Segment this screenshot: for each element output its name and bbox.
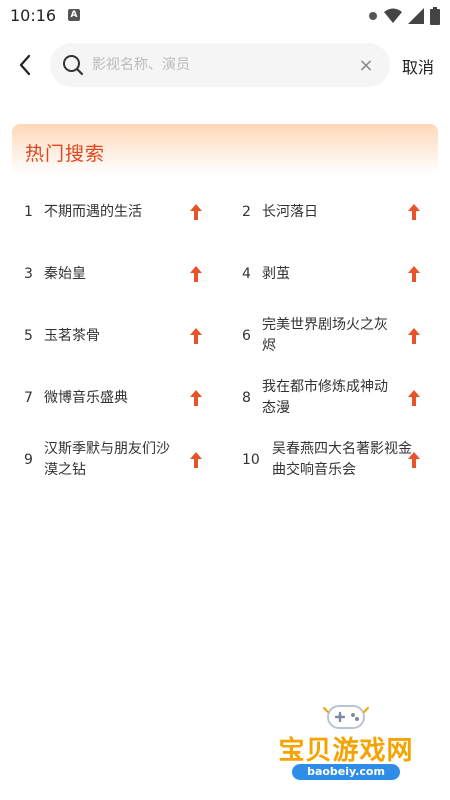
hot-search-name: 微博音乐盛典 [44, 389, 128, 406]
hot-search-rank: 4 [242, 266, 251, 282]
hot-search-name: 我在都市修炼成神动态漫 [262, 379, 388, 416]
hot-search-item[interactable]: 10 吴春燕四大名著影视金曲交响音乐会 [230, 430, 443, 490]
hot-search-section: 热门搜索 1 不期而遇的生活 2 长河落日 3 秦始皇 4 剥茧 5 玉茗茶骨 [12, 124, 438, 484]
hot-search-item[interactable]: 5 玉茗茶骨 [12, 306, 225, 366]
hot-search-rank: 7 [24, 390, 33, 406]
hot-search-name: 长河落日 [262, 203, 318, 220]
trending-up-icon [190, 452, 202, 468]
hot-search-title: 热门搜索 [25, 143, 106, 165]
trending-up-icon [408, 328, 420, 344]
hot-search-name: 不期而遇的生活 [44, 203, 142, 220]
back-button[interactable] [12, 52, 38, 78]
hot-search-name: 汉斯季默与朋友们沙漠之钻 [44, 441, 170, 478]
hot-search-item[interactable]: 1 不期而遇的生活 [12, 182, 225, 242]
search-icon [63, 55, 84, 76]
settings-dot-icon [369, 12, 377, 20]
hot-search-rank: 10 [242, 452, 260, 468]
status-bar: 10:16 A [0, 0, 450, 32]
hot-search-rank: 9 [24, 452, 33, 468]
hot-search-item[interactable]: 6 完美世界剧场火之灰烬 [230, 306, 443, 366]
hot-search-name: 秦始皇 [44, 265, 86, 282]
search-bar: × 取消 [0, 42, 450, 88]
gamepad-icon [323, 705, 369, 729]
trending-up-icon [408, 266, 420, 282]
watermark-url: baobeiy.com [292, 764, 400, 780]
trending-up-icon [408, 204, 420, 220]
clear-icon[interactable]: × [356, 55, 376, 76]
watermark-text: 宝贝游戏网 [278, 736, 414, 766]
hot-search-item[interactable]: 4 剥茧 [230, 244, 443, 304]
status-time: 10:16 [10, 6, 57, 25]
status-icons [368, 7, 440, 25]
trending-up-icon [190, 390, 202, 406]
hot-search-item[interactable]: 2 长河落日 [230, 182, 443, 242]
trending-up-icon [408, 452, 420, 468]
hot-search-item[interactable]: 3 秦始皇 [12, 244, 225, 304]
hot-search-rank: 8 [242, 390, 251, 406]
watermark-logo: 宝贝游戏网 baobeiy.com [268, 700, 424, 790]
search-box[interactable]: × [50, 43, 390, 87]
notification-a-icon: A [68, 9, 80, 21]
hot-search-rank: 2 [242, 204, 251, 220]
trending-up-icon [190, 204, 202, 220]
hot-search-rank: 3 [24, 266, 33, 282]
hot-search-item[interactable]: 9 汉斯季默与朋友们沙漠之钻 [12, 430, 225, 490]
hot-search-rank: 5 [24, 328, 33, 344]
cancel-button[interactable]: 取消 [402, 54, 434, 78]
hot-search-name: 吴春燕四大名著影视金曲交响音乐会 [272, 441, 412, 478]
hot-search-header: 热门搜索 [12, 124, 438, 174]
hot-search-item[interactable]: 7 微博音乐盛典 [12, 368, 225, 428]
hot-search-item[interactable]: 8 我在都市修炼成神动态漫 [230, 368, 443, 428]
trending-up-icon [190, 266, 202, 282]
hot-search-rank: 1 [24, 204, 33, 220]
chevron-left-icon [19, 54, 31, 76]
trending-up-icon [190, 328, 202, 344]
trending-up-icon [408, 390, 420, 406]
hot-search-name: 剥茧 [262, 265, 290, 282]
hot-search-name: 完美世界剧场火之灰烬 [262, 317, 388, 354]
battery-icon [430, 7, 440, 25]
wifi-icon [384, 8, 402, 23]
signal-icon [408, 8, 424, 24]
search-input[interactable] [92, 43, 354, 87]
hot-search-rank: 6 [242, 328, 251, 344]
hot-search-name: 玉茗茶骨 [44, 327, 100, 344]
